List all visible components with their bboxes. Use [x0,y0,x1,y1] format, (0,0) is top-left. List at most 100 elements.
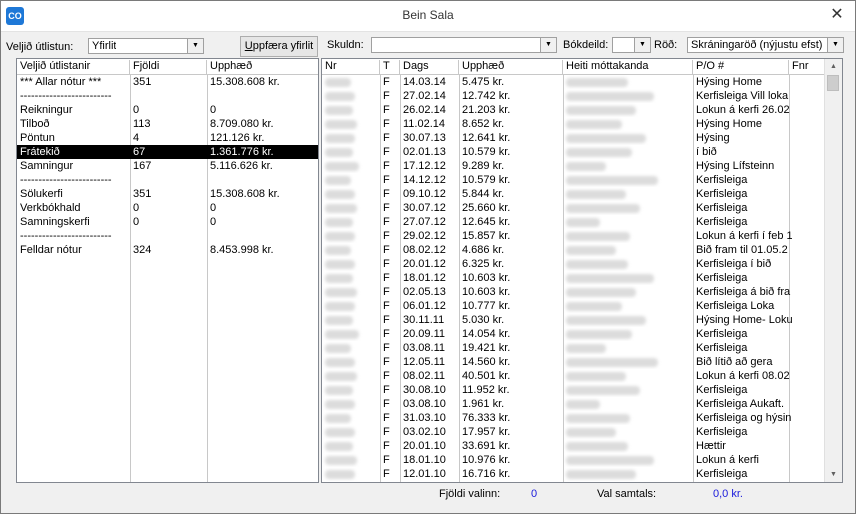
invoice-row[interactable]: F 20.01.10 33.691 kr. Hættir [322,439,826,453]
summary-row[interactable]: Reikningur 0 0 [17,103,318,117]
invoice-cell-amount: 1.961 kr. [462,398,505,410]
summary-col-amount[interactable]: Upphæð [207,60,318,74]
order-select[interactable]: Skráningaröð (nýjustu efst) ▼ [687,37,844,53]
redacted-name [566,343,606,353]
invoice-row[interactable]: F 30.08.10 11.952 kr. Kerfisleiga [322,383,826,397]
invoice-row[interactable]: F 02.05.13 10.603 kr. Kerfisleiga á bið fra [322,285,826,299]
summary-row[interactable]: Tilboð 113 8.709.080 kr. [17,117,318,131]
invoice-row[interactable]: F 03.08.11 19.421 kr. Kerfisleiga [322,341,826,355]
scroll-down-icon[interactable]: ▼ [825,467,842,482]
invoice-cell-amount: 4.686 kr. [462,244,505,256]
invoice-cell-date: 14.03.14 [403,76,446,88]
summary-header: Veljið útlistanir Fjöldi Upphæð [17,59,318,75]
invoice-col-po[interactable]: P/O # [693,60,789,74]
close-icon[interactable]: ✕ [827,5,847,25]
redacted-name [566,259,628,269]
invoice-col-recipient[interactable]: Heiti móttakanda [563,60,693,74]
invoice-cell-po: Kerfisleiga í bið [696,258,772,270]
invoice-cell-recipient [563,397,696,411]
summary-row[interactable]: Samningur 167 5.116.626 kr. [17,159,318,173]
invoice-row[interactable]: F 08.02.11 40.501 kr. Lokun á kerfi 08.02 [322,369,826,383]
chevron-down-icon[interactable]: ▼ [827,38,843,52]
summary-row[interactable]: Verkbókhald 0 0 [17,201,318,215]
debtor-select[interactable]: ▼ [371,37,557,53]
summary-cell-amount: 0 [210,216,217,228]
invoice-col-date[interactable]: Dags [400,60,459,74]
invoice-cell-po: Kerfisleiga [696,468,748,480]
invoice-cell-nr [322,271,383,285]
invoice-row[interactable]: F 20.01.12 6.325 kr. Kerfisleiga í bið [322,257,826,271]
invoice-cell-amount: 12.641 kr. [462,132,511,144]
invoice-row[interactable]: F 14.03.14 5.475 kr. Hýsing Home [322,75,826,89]
invoice-col-type[interactable]: T [380,60,400,74]
invoice-cell-po: Hýsing Home- Loku [696,314,792,326]
summary-cell-count: 0 [133,202,140,214]
invoice-cell-po: Lokun á kerfi [696,454,759,466]
invoice-col-nr[interactable]: Nr [322,60,380,74]
invoice-row[interactable]: F 27.07.12 12.645 kr. Kerfisleiga [322,215,826,229]
chevron-down-icon[interactable]: ▼ [187,39,203,53]
invoice-cell-date: 29.02.12 [403,230,446,242]
update-overview-button[interactable]: Uppfæra yfirlit [240,36,318,57]
invoice-row[interactable]: F 18.01.12 10.603 kr. Kerfisleiga [322,271,826,285]
invoice-col-amount[interactable]: Upphæð [459,60,563,74]
summary-row[interactable]: Samningskerfi 0 0 [17,215,318,229]
invoice-row[interactable]: F 31.03.10 76.333 kr. Kerfisleiga og hýsin [322,411,826,425]
vertical-scrollbar[interactable]: ▲ ▼ [824,59,842,482]
summary-list[interactable]: Veljið útlistanir Fjöldi Upphæð *** Alla… [16,58,319,483]
summary-col-name[interactable]: Veljið útlistanir [17,60,130,74]
invoice-cell-recipient [563,131,696,145]
summary-row[interactable]: *** Allar nótur *** 351 15.308.608 kr. [17,75,318,89]
invoice-cell-amount: 10.603 kr. [462,272,511,284]
invoice-row[interactable]: F 06.01.12 10.777 kr. Kerfisleiga Loka [322,299,826,313]
invoice-row[interactable]: F 11.02.14 8.652 kr. Hýsing Home [322,117,826,131]
scroll-up-icon[interactable]: ▲ [825,59,842,74]
invoice-cell-date: 20.09.11 [403,328,446,340]
invoice-row[interactable]: F 30.11.11 5.030 kr. Hýsing Home- Loku [322,313,826,327]
invoice-row[interactable]: F 30.07.13 12.641 kr. Hýsing [322,131,826,145]
invoice-row[interactable]: F 29.02.12 15.857 kr. Lokun á kerfi í feb 1 [322,229,826,243]
invoice-row[interactable]: F 14.12.12 10.579 kr. Kerfisleiga [322,173,826,187]
summary-row[interactable]: Sölukerfi 351 15.308.608 kr. [17,187,318,201]
ledger-select[interactable]: ▼ [612,37,651,53]
invoice-cell-amount: 5.844 kr. [462,188,505,200]
invoice-row[interactable]: F 02.01.13 10.579 kr. í bið [322,145,826,159]
invoice-row[interactable]: F 08.02.12 4.686 kr. Bið fram til 01.05.2 [322,243,826,257]
summary-row[interactable]: Felldar nótur 324 8.453.998 kr. [17,243,318,257]
order-select-value: Skráningaröð (nýjustu efst) [691,39,823,51]
summary-cell-amount: 0 [210,202,217,214]
summary-row[interactable]: Pöntun 4 121.126 kr. [17,131,318,145]
invoice-cell-nr [322,453,383,467]
summary-col-count[interactable]: Fjöldi [130,60,207,74]
chevron-down-icon[interactable]: ▼ [634,38,650,52]
redacted-name [566,161,606,171]
invoice-cell-recipient [563,313,696,327]
redacted-name [566,371,626,381]
invoice-list[interactable]: Nr T Dags Upphæð Heiti móttakanda P/O # … [321,58,843,483]
summary-row[interactable]: Frátekið 67 1.361.776 kr. [17,145,318,159]
invoice-row[interactable]: F 17.12.12 9.289 kr. Hýsing Lífsteinn [322,159,826,173]
invoice-row[interactable]: F 12.05.11 14.560 kr. Bið lítið að gera [322,355,826,369]
invoice-row[interactable]: F 30.07.12 25.660 kr. Kerfisleiga [322,201,826,215]
invoice-cell-po: Lokun á kerfi 08.02 [696,370,790,382]
summary-row[interactable]: ------------------------- [17,89,318,103]
invoice-cell-recipient [563,215,696,229]
invoice-row[interactable]: F 03.08.10 1.961 kr. Kerfisleiga Aukaft. [322,397,826,411]
invoice-row[interactable]: F 12.01.10 16.716 kr. Kerfisleiga [322,467,826,481]
invoice-row[interactable]: F 27.02.14 12.742 kr. Kerfisleiga Vill loka [322,89,826,103]
summary-row[interactable]: ------------------------- [17,229,318,243]
chevron-down-icon[interactable]: ▼ [540,38,556,52]
invoice-row[interactable]: F 18.01.10 10.976 kr. Lokun á kerfi [322,453,826,467]
invoice-row[interactable]: F 20.09.11 14.054 kr. Kerfisleiga [322,327,826,341]
view-select[interactable]: Yfirlit ▼ [88,38,204,54]
summary-row[interactable]: ------------------------- [17,173,318,187]
invoice-row[interactable]: F 03.02.10 17.957 kr. Kerfisleiga [322,425,826,439]
invoice-row[interactable]: F 26.02.14 21.203 kr. Lokun á kerfi 26.02 [322,103,826,117]
summary-cell-name: ------------------------- [20,174,112,186]
invoice-col-fnr[interactable]: Fnr [789,60,827,74]
invoice-cell-po: Kerfisleiga [696,174,748,186]
invoice-cell-date: 18.01.12 [403,272,446,284]
invoice-row[interactable]: F 09.10.12 5.844 kr. Kerfisleiga [322,187,826,201]
scroll-thumb[interactable] [827,75,839,91]
invoice-cell-nr [322,299,383,313]
